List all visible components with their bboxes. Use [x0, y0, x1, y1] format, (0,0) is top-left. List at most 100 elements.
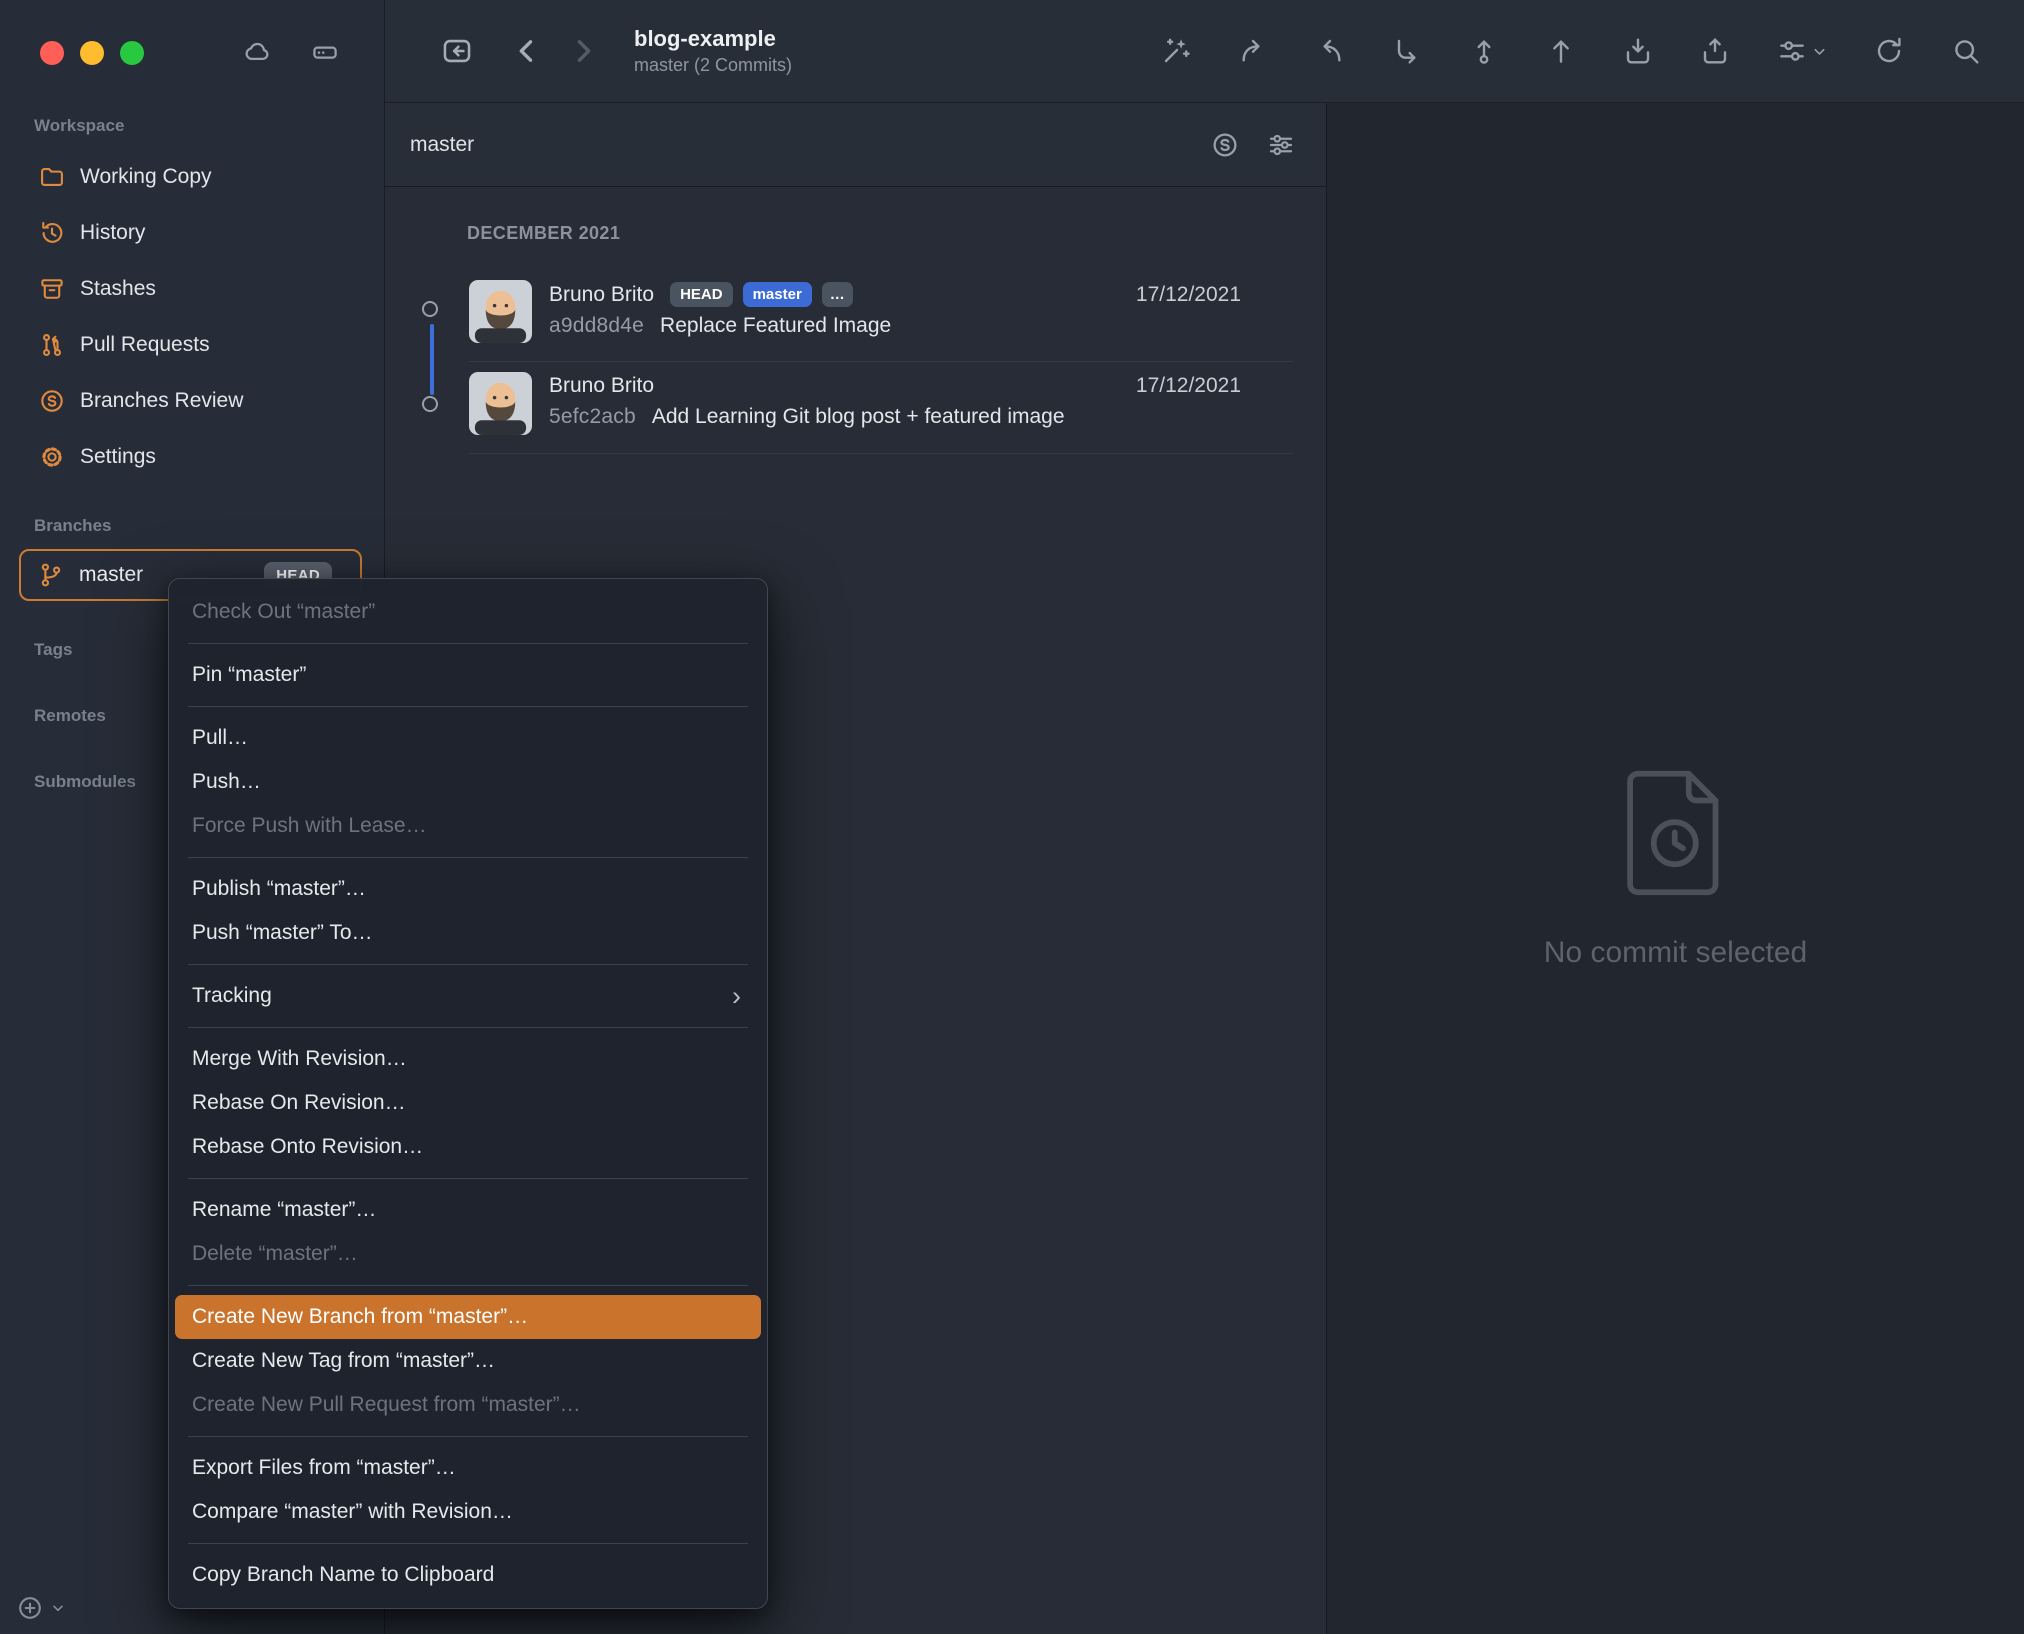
working-copy-folder-icon [38, 163, 66, 191]
sidebar-item-branches-review[interactable]: Branches Review [0, 373, 384, 429]
commit-graph-node [422, 301, 438, 317]
push-icon[interactable] [1545, 35, 1577, 67]
menu-item-tracking[interactable]: Tracking › [175, 974, 761, 1018]
menu-item-create-new-pull-request-from-master: Create New Pull Request from “master”… [175, 1383, 761, 1427]
menu-item-pin-master[interactable]: Pin “master” [175, 653, 761, 697]
menu-item-label: Push “master” To… [192, 921, 373, 944]
menu-item-force-push-with-lease: Force Push with Lease… [175, 804, 761, 848]
menu-item-rename-master[interactable]: Rename “master”… [175, 1188, 761, 1232]
menu-separator [188, 1285, 748, 1286]
menu-item-publish-master[interactable]: Publish “master”… [175, 867, 761, 911]
menu-item-check-out-master: Check Out “master” [175, 590, 761, 634]
menu-item-create-new-branch-from-master[interactable]: Create New Branch from “master”… [175, 1295, 761, 1339]
sidebar-item-label: Settings [80, 445, 156, 468]
menu-item-label: Create New Pull Request from “master”… [192, 1393, 581, 1416]
sidebar-item-label: Branches Review [80, 389, 244, 412]
sidebar-item-label: Working Copy [80, 165, 212, 188]
apply-stash-icon[interactable] [1699, 35, 1731, 67]
merge-icon[interactable] [1314, 35, 1346, 67]
commit-hash: a9dd8d4e [549, 314, 645, 338]
commit-graph-line [430, 324, 434, 395]
commit-group-header: DECEMBER 2021 [467, 223, 621, 243]
settings-gear-icon [38, 443, 66, 471]
menu-item-label: Merge With Revision… [192, 1047, 407, 1070]
menu-separator [188, 1178, 748, 1179]
sidebar-item-label: Stashes [80, 277, 156, 300]
commit-badge-more[interactable]: … [821, 282, 853, 308]
zoom-window-button[interactable] [120, 41, 144, 65]
cloud-services-icon[interactable] [242, 37, 272, 67]
search-icon[interactable] [1950, 35, 1982, 67]
menu-separator [188, 964, 748, 965]
toolbar-actions [1160, 35, 2024, 67]
author-avatar [469, 280, 532, 343]
sidebar-item-label: Pull Requests [80, 333, 210, 356]
menu-item-label: Check Out “master” [192, 600, 376, 623]
commit-row[interactable]: Bruno Brito HEAD master … 17/12/2021 a9dd8d4e… [469, 270, 1293, 362]
menu-item-push[interactable]: Push… [175, 760, 761, 804]
forward-icon[interactable] [566, 34, 600, 68]
close-window-button[interactable] [40, 41, 64, 65]
stash-icon[interactable] [1622, 35, 1654, 67]
quick-actions-icon[interactable] [1160, 35, 1192, 67]
show-repositories-icon[interactable] [440, 34, 474, 68]
add-repository-button[interactable] [16, 1594, 66, 1622]
commit-row[interactable]: Bruno Brito 17/12/2021 5efc2acb Add Learnin… [469, 362, 1293, 454]
menu-item-label: Pull… [192, 726, 249, 749]
commit-date: 17/12/2021 [1135, 374, 1241, 397]
menu-item-pull[interactable]: Pull… [175, 716, 761, 760]
sidebar-item-working-copy[interactable]: Working Copy [0, 149, 384, 205]
minimize-window-button[interactable] [80, 41, 104, 65]
menu-item-create-new-tag-from-master[interactable]: Create New Tag from “master”… [175, 1339, 761, 1383]
plus-circle-icon [16, 1594, 44, 1622]
commit-detail-panel: No commit selected [1326, 104, 2024, 1634]
menu-separator [188, 1436, 748, 1437]
menu-item-label: Tracking [192, 984, 272, 1007]
menu-item-label: Pin “master” [192, 663, 307, 686]
compare-branch-icon[interactable] [1210, 130, 1240, 160]
menu-item-rebase-on-revision[interactable]: Rebase On Revision… [175, 1081, 761, 1125]
menu-item-compare-master-with-revision[interactable]: Compare “master” with Revision… [175, 1490, 761, 1534]
menu-item-label: Export Files from “master”… [192, 1456, 456, 1479]
sidebar-item-settings[interactable]: Settings [0, 429, 384, 485]
git-branch-icon [37, 561, 65, 589]
menu-item-merge-with-revision[interactable]: Merge With Revision… [175, 1037, 761, 1081]
local-repositories-icon[interactable] [310, 37, 340, 67]
sidebar-item-history[interactable]: History [0, 205, 384, 261]
window-title-block: blog-example master (2 Commits) [634, 26, 792, 76]
workflow-options-button[interactable] [1776, 35, 1828, 67]
commit-message: Replace Featured Image [660, 314, 892, 338]
menu-item-push-master-to[interactable]: Push “master” To… [175, 911, 761, 955]
menu-item-rebase-onto-revision[interactable]: Rebase Onto Revision… [175, 1125, 761, 1169]
pull-requests-icon [38, 331, 66, 359]
commit-icon[interactable] [1468, 35, 1500, 67]
menu-item-copy-branch-name-to-clipboard[interactable]: Copy Branch Name to Clipboard [175, 1553, 761, 1597]
refresh-icon[interactable] [1873, 35, 1905, 67]
menu-item-label: Create New Tag from “master”… [192, 1349, 496, 1372]
workspace-section-label: Workspace [34, 116, 125, 135]
repository-title: blog-example [634, 26, 776, 51]
filter-options-icon[interactable] [1266, 130, 1296, 160]
toolbar: blog-example master (2 Commits) [385, 0, 2024, 103]
no-commit-document-icon [1617, 768, 1735, 898]
commit-graph-node [422, 396, 438, 412]
branch-filter-value[interactable]: master [410, 133, 474, 157]
menu-item-label: Rebase On Revision… [192, 1091, 406, 1114]
menu-item-export-files-from-master[interactable]: Export Files from “master”… [175, 1446, 761, 1490]
back-icon[interactable] [510, 34, 544, 68]
empty-state-message: No commit selected [1543, 936, 1808, 969]
branches-section-label: Branches [34, 516, 112, 535]
author-avatar [469, 372, 532, 435]
menu-item-label: Copy Branch Name to Clipboard [192, 1563, 495, 1586]
branches-review-icon [38, 387, 66, 415]
menu-item-label: Force Push with Lease… [192, 814, 427, 837]
checkout-icon[interactable] [1237, 35, 1269, 67]
menu-item-label: Push… [192, 770, 261, 793]
chevron-down-icon [1811, 43, 1828, 60]
rebase-icon[interactable] [1391, 35, 1423, 67]
sidebar-item-pull-requests[interactable]: Pull Requests [0, 317, 384, 373]
chevron-down-icon [50, 1600, 66, 1616]
commit-badge-master: master [742, 282, 812, 308]
menu-separator [188, 706, 748, 707]
sidebar-item-stashes[interactable]: Stashes [0, 261, 384, 317]
